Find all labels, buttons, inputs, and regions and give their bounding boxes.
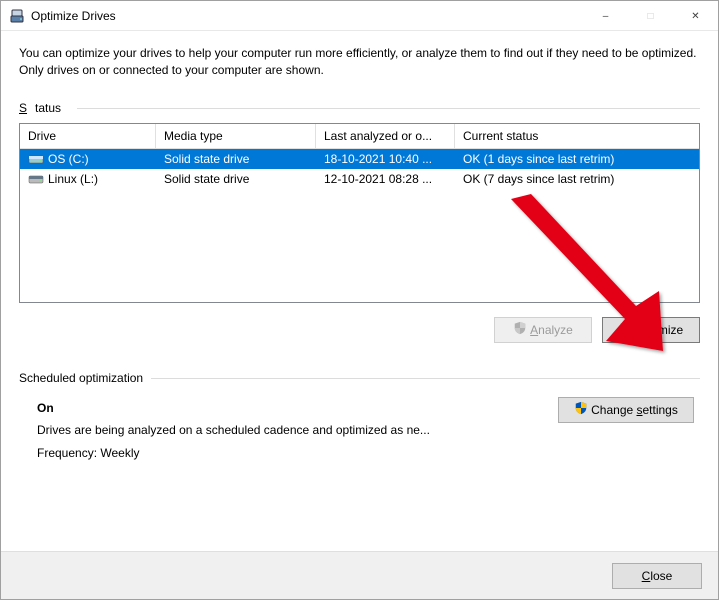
titlebar: Optimize Drives – □ ✕ <box>1 1 718 31</box>
drive-media: Solid state drive <box>156 169 316 189</box>
drive-list-header: Drive Media type Last analyzed or o... C… <box>20 124 699 149</box>
action-buttons-row: Analyze Optimize <box>19 317 700 343</box>
close-window-button[interactable]: ✕ <box>673 1 718 31</box>
scheduled-freq: Frequency: Weekly <box>37 442 430 465</box>
app-icon <box>9 8 25 24</box>
description-text: You can optimize your drives to help you… <box>19 45 700 79</box>
col-status[interactable]: Current status <box>455 124 699 148</box>
bottom-bar: Close <box>1 551 718 599</box>
drive-status: OK (1 days since last retrim) <box>455 149 699 169</box>
window-controls: – □ ✕ <box>583 1 718 30</box>
content-area: You can optimize your drives to help you… <box>1 31 718 465</box>
drive-name: OS (C:) <box>48 152 89 166</box>
col-media[interactable]: Media type <box>156 124 316 148</box>
scheduled-label: Scheduled optimization <box>19 371 700 385</box>
shield-icon <box>574 401 588 418</box>
drive-media: Solid state drive <box>156 149 316 169</box>
scheduled-optimization-section: Scheduled optimization On Drives are bei… <box>19 371 700 465</box>
change-settings-button[interactable]: Change settings <box>558 397 694 423</box>
shield-icon <box>513 321 527 338</box>
window-title: Optimize Drives <box>31 9 583 23</box>
drive-icon <box>28 153 44 165</box>
scheduled-text: On Drives are being analyzed on a schedu… <box>37 397 430 465</box>
shield-icon <box>619 321 633 338</box>
analyze-button: Analyze <box>494 317 592 343</box>
drive-last-analyzed: 12-10-2021 08:28 ... <box>316 169 455 189</box>
drive-row[interactable]: Linux (L:) Solid state drive12-10-2021 08… <box>20 169 699 189</box>
drive-last-analyzed: 18-10-2021 10:40 ... <box>316 149 455 169</box>
drive-name: Linux (L:) <box>48 172 98 186</box>
drive-list[interactable]: Drive Media type Last analyzed or o... C… <box>19 123 700 303</box>
drive-row[interactable]: OS (C:) Solid state drive18-10-2021 10:40… <box>20 149 699 169</box>
scheduled-desc: Drives are being analyzed on a scheduled… <box>37 419 430 442</box>
status-section-label: Status <box>19 101 700 115</box>
optimize-button[interactable]: Optimize <box>602 317 700 343</box>
minimize-button[interactable]: – <box>583 1 628 31</box>
close-button[interactable]: Close <box>612 563 702 589</box>
drive-status: OK (7 days since last retrim) <box>455 169 699 189</box>
col-drive[interactable]: Drive <box>20 124 156 148</box>
drive-icon <box>28 173 44 185</box>
scheduled-status-on: On <box>37 397 430 420</box>
maximize-button[interactable]: □ <box>628 1 673 31</box>
col-last[interactable]: Last analyzed or o... <box>316 124 455 148</box>
